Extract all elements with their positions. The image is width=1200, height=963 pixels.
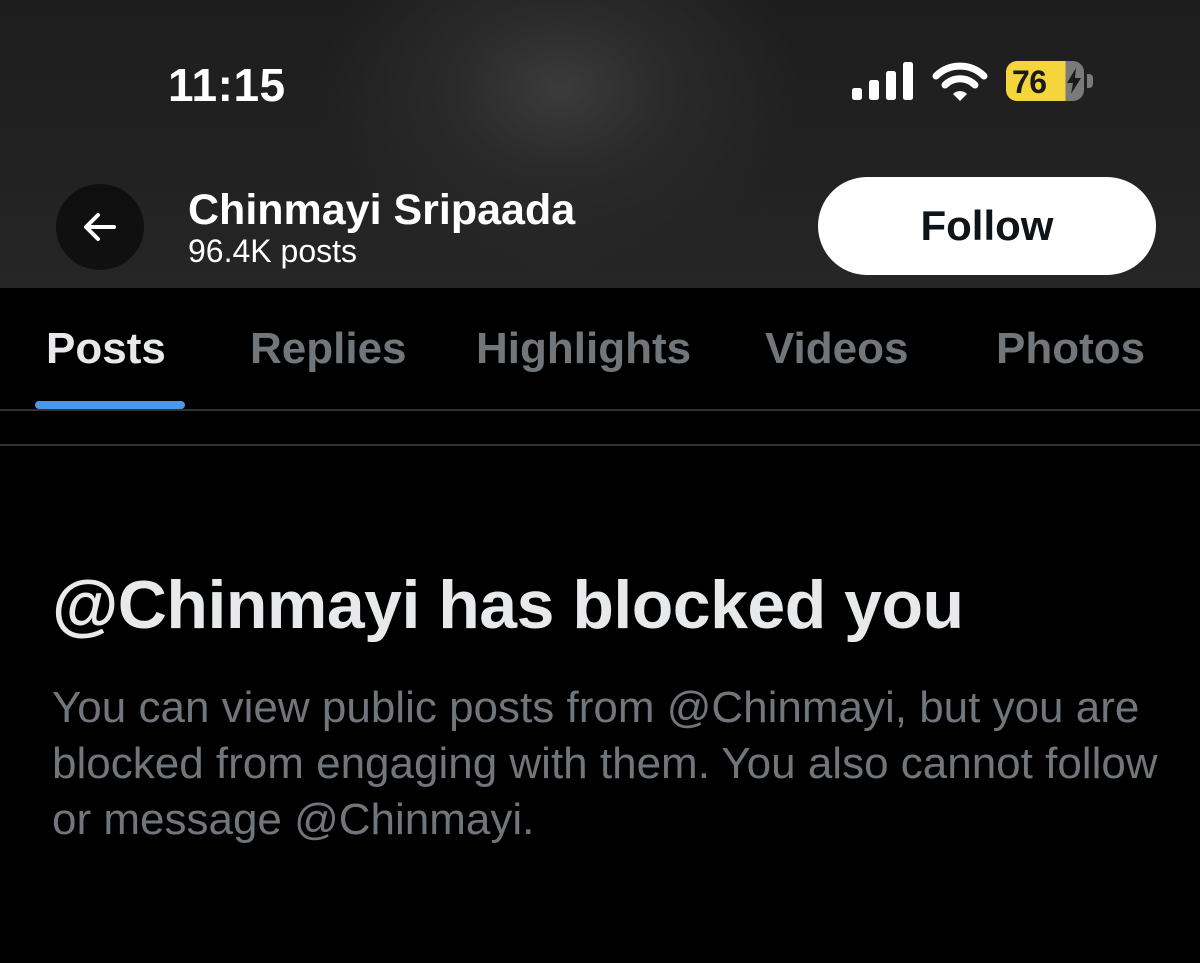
tab-photos[interactable]: Photos <box>996 324 1145 374</box>
back-button[interactable] <box>56 184 144 270</box>
follow-button[interactable]: Follow <box>818 177 1156 275</box>
active-tab-indicator <box>35 401 185 409</box>
tab-highlights[interactable]: Highlights <box>476 324 691 374</box>
bolt-icon <box>1067 68 1081 94</box>
arrow-left-icon <box>84 213 116 241</box>
battery-charging-icon: 76 <box>1006 61 1096 103</box>
profile-header: 11:15 76 Chinmayi Sripaada 96.4K posts F… <box>0 0 1200 288</box>
battery-cap <box>1087 74 1093 88</box>
blocked-title: @Chinmayi has blocked you <box>52 567 964 643</box>
content-divider <box>0 444 1200 446</box>
tab-videos[interactable]: Videos <box>765 324 908 374</box>
profile-name: Chinmayi Sripaada <box>188 186 576 234</box>
battery-level: 76 <box>1012 64 1047 100</box>
tabs-divider <box>0 409 1200 411</box>
tab-posts[interactable]: Posts <box>46 324 166 374</box>
tab-replies[interactable]: Replies <box>250 324 407 374</box>
blocked-message: You can view public posts from @Chinmayi… <box>52 683 1158 844</box>
wifi-icon <box>932 62 988 101</box>
battery-body: 76 <box>1006 61 1084 101</box>
profile-tabs: Posts Replies Highlights Videos Photos <box>0 288 1200 410</box>
signal-bars-icon <box>852 62 913 100</box>
status-time: 11:15 <box>168 59 286 111</box>
posts-count: 96.4K posts <box>188 233 357 269</box>
